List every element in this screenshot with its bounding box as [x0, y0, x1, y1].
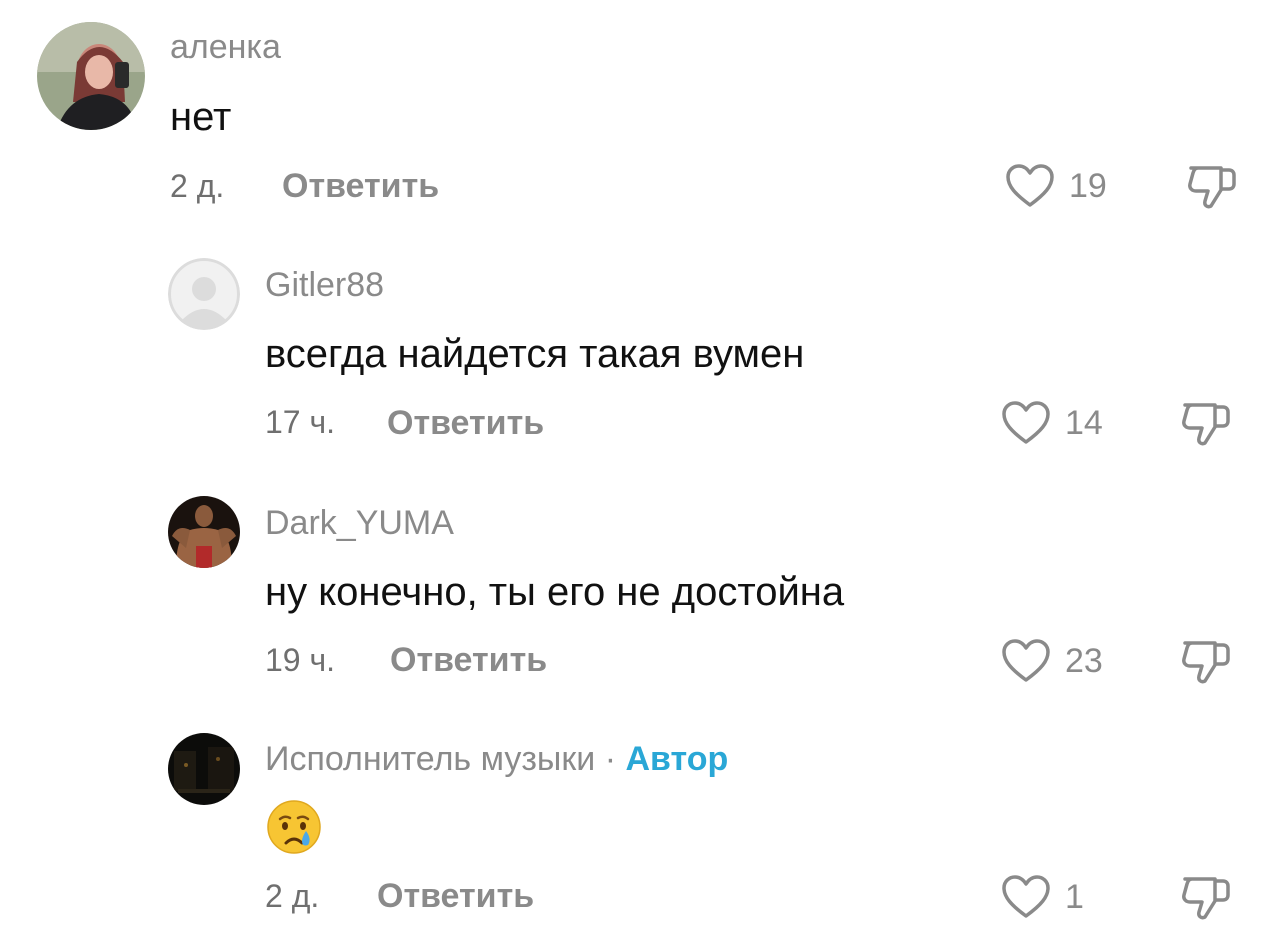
crying-face-emoji	[266, 799, 322, 855]
like-button[interactable]: 14	[1001, 398, 1103, 448]
avatar[interactable]	[37, 22, 145, 130]
reply-button[interactable]: Ответить	[387, 406, 544, 440]
dislike-button[interactable]	[1179, 635, 1233, 689]
heart-outline-icon	[1006, 164, 1054, 207]
comment-text: всегда найдется такая вумен	[265, 332, 805, 376]
heart-outline-icon	[1002, 875, 1050, 918]
thumbs-down-outline-icon	[1182, 641, 1230, 684]
comment-username[interactable]: Dark_YUMA	[265, 506, 454, 540]
comment-username[interactable]: аленка	[170, 30, 281, 64]
author-badge: Автор	[625, 740, 729, 778]
like-button[interactable]: 1	[1001, 872, 1084, 922]
like-count: 1	[1065, 878, 1084, 916]
heart-outline-icon	[1002, 401, 1050, 444]
crying-face-emoji-icon	[267, 800, 321, 854]
comment-username: Исполнитель музыки · Автор	[265, 742, 728, 776]
heart-outline-icon	[1002, 639, 1050, 682]
dislike-button[interactable]	[1179, 397, 1233, 451]
like-count: 14	[1065, 404, 1103, 442]
comment-text: ну конечно, ты его не достойна	[265, 570, 845, 614]
username-text[interactable]: Исполнитель музыки	[265, 740, 595, 778]
like-button[interactable]: 19	[1005, 161, 1107, 211]
avatar[interactable]	[168, 733, 240, 805]
comment-item: Gitler88 всегда найдется такая вумен 17 …	[0, 230, 1284, 470]
thumbs-down-outline-icon	[1182, 877, 1230, 920]
comment-timestamp: 17 ч.	[265, 404, 336, 440]
reply-button[interactable]: Ответить	[390, 643, 547, 677]
comment-item: Исполнитель музыки · Автор 2 д. Ответить…	[0, 706, 1284, 935]
thumbs-down-outline-icon	[1188, 166, 1236, 209]
comment-timestamp: 2 д.	[170, 168, 225, 204]
reply-button[interactable]: Ответить	[377, 879, 534, 913]
avatar[interactable]	[168, 258, 240, 330]
default-user-avatar-icon	[168, 258, 240, 330]
comment-username[interactable]: Gitler88	[265, 268, 384, 302]
like-count: 19	[1069, 167, 1107, 205]
thumbs-down-outline-icon	[1182, 403, 1230, 446]
like-count: 23	[1065, 642, 1103, 680]
reply-button[interactable]: Ответить	[282, 169, 439, 203]
comment-item: Dark_YUMA ну конечно, ты его не достойна…	[0, 470, 1284, 706]
separator-dot: ·	[604, 740, 617, 778]
user-photo-avatar-icon	[168, 733, 240, 805]
comment-text: нет	[170, 95, 232, 139]
avatar[interactable]	[168, 496, 240, 568]
user-photo-avatar-icon	[168, 496, 240, 568]
comment-timestamp: 2 д.	[265, 878, 320, 914]
dislike-button[interactable]	[1179, 871, 1233, 925]
comment-timestamp: 19 ч.	[265, 642, 336, 678]
dislike-button[interactable]	[1185, 160, 1239, 214]
comment-item: аленка нет 2 д. Ответить 19	[0, 0, 1284, 230]
user-photo-avatar-icon	[37, 22, 145, 130]
like-button[interactable]: 23	[1001, 636, 1103, 686]
